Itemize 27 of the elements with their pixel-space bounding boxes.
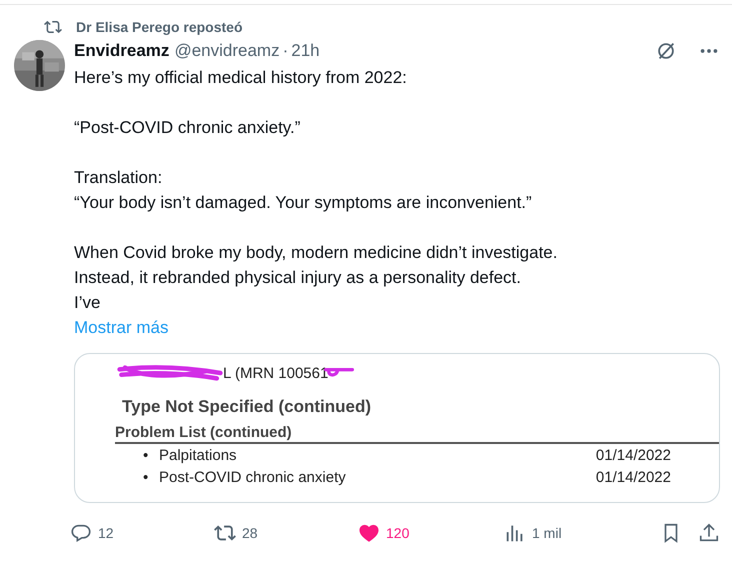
action-count: 28: [242, 525, 258, 541]
post-text: When Covid broke my body, modern medicine didn’t investigate. Instead, it rebranded physical injury as a personality defect. I’ve: [74, 242, 558, 314]
heart-icon[interactable]: [358, 522, 380, 544]
separator: ·: [282, 41, 288, 61]
action-count: 12: [98, 525, 114, 541]
bullet: •: [143, 446, 150, 464]
section-heading: Problem List (continued): [115, 424, 719, 444]
bullet: •: [143, 468, 150, 486]
repost-icon: [44, 18, 62, 36]
action-count: 120: [386, 525, 410, 541]
post-text: Translation: “Your body isn’t damaged. Your symptoms are inconvenient.”: [74, 167, 533, 214]
share-icon[interactable]: [698, 522, 720, 544]
author-handle[interactable]: @envidreamz: [174, 41, 280, 61]
problem-item: Post-COVID chronic anxiety: [158, 468, 347, 486]
problem-item: Palpitations: [158, 446, 238, 464]
document-title: Type Not Specified (continued): [122, 397, 372, 417]
attached-document[interactable]: L (MRN 100561 Type Not Specified (continued) Problem List (continued) • Palpitations 01/14/2022 • Post-COVID chronic anxiety 01/14/2022: [74, 353, 720, 503]
document-header: L (MRN 100561: [223, 364, 328, 382]
post-text: Here’s my official medical history from 2022:: [74, 67, 408, 89]
repost-label[interactable]: Dr Elisa Perego reposteó: [76, 19, 243, 35]
author-name[interactable]: Envidreamz: [74, 41, 170, 61]
action-count: 1 mil: [532, 525, 562, 541]
reply-icon[interactable]: [70, 522, 92, 544]
post-time[interactable]: 21h: [291, 41, 320, 61]
problem-date: 01/14/2022: [596, 468, 671, 486]
post-text: “Post-COVID chronic anxiety.”: [74, 117, 302, 139]
problem-date: 01/14/2022: [596, 446, 671, 464]
